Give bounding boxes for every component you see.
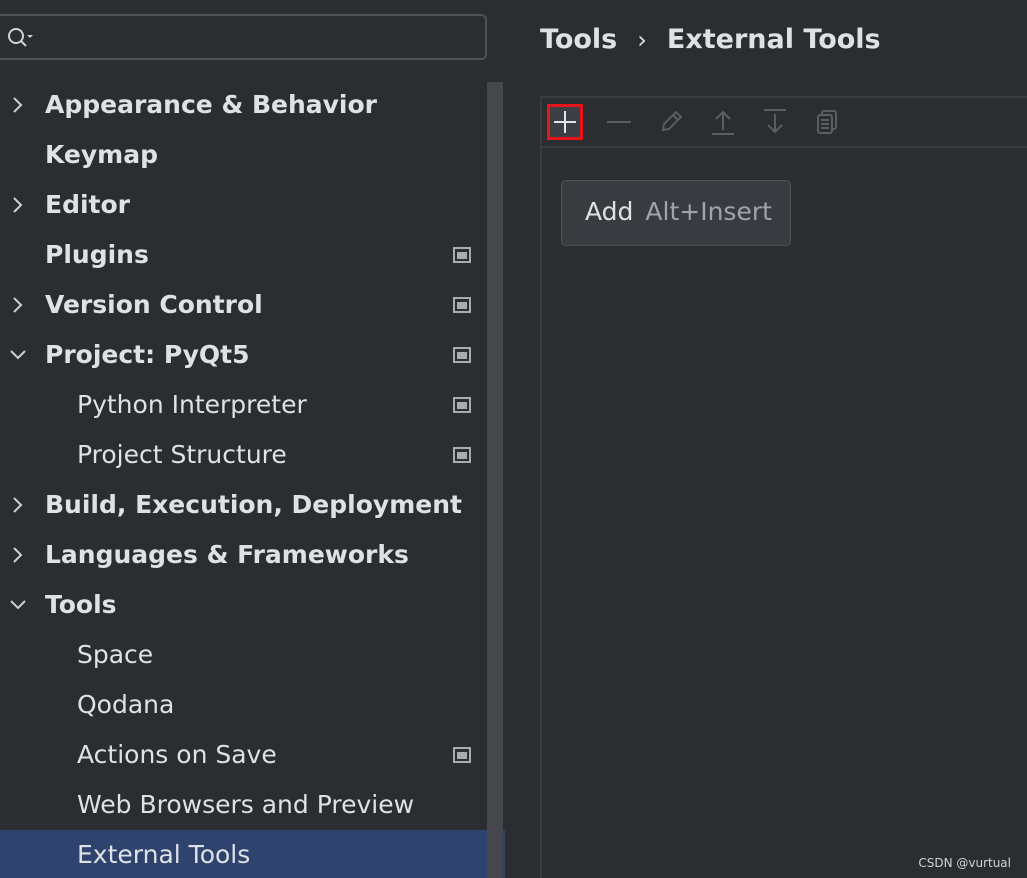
tree-item-label: Actions on Save xyxy=(77,740,277,769)
tree-item-label: Space xyxy=(77,640,154,669)
tree-item-label: Keymap xyxy=(45,140,159,169)
move-up-button[interactable] xyxy=(705,104,741,140)
tree-item-actions-on-save[interactable]: Actions on Save xyxy=(0,730,487,780)
tree-item-build-execution-deployment[interactable]: Build, Execution, Deployment xyxy=(0,480,487,530)
breadcrumb-separator: › xyxy=(637,26,647,54)
chevron-right-icon[interactable] xyxy=(8,495,28,515)
tree-item-label: Qodana xyxy=(77,690,175,719)
tree-item-label: Project: PyQt5 xyxy=(45,340,250,369)
settings-tree: Appearance & Behavior Keymap Editor Plug… xyxy=(0,80,505,878)
settings-content: Tools › External Tools Add Alt+Insert CS… xyxy=(505,0,1027,878)
external-tools-panel: Add Alt+Insert xyxy=(540,96,1027,878)
tree-item-label: Web Browsers and Preview xyxy=(77,790,415,819)
pencil-icon xyxy=(661,110,683,132)
tree-item-keymap[interactable]: Keymap xyxy=(0,130,487,180)
chevron-down-icon[interactable] xyxy=(8,345,28,365)
settings-sidebar: Appearance & Behavior Keymap Editor Plug… xyxy=(0,0,505,878)
chevron-right-icon[interactable] xyxy=(8,195,28,215)
project-settings-icon xyxy=(453,447,471,463)
tooltip-label: Add xyxy=(585,197,634,226)
external-tools-toolbar xyxy=(542,98,1027,148)
tree-item-appearance-behavior[interactable]: Appearance & Behavior xyxy=(0,80,487,130)
chevron-right-icon[interactable] xyxy=(8,545,28,565)
minus-icon xyxy=(607,121,631,123)
add-tooltip: Add Alt+Insert xyxy=(561,180,791,246)
tree-item-label: Plugins xyxy=(45,240,149,269)
tree-item-plugins[interactable]: Plugins xyxy=(0,230,487,280)
tree-item-python-interpreter[interactable]: Python Interpreter xyxy=(0,380,487,430)
remove-button[interactable] xyxy=(601,104,637,140)
plus-icon xyxy=(554,111,576,133)
tree-item-tools[interactable]: Tools xyxy=(0,580,487,630)
tree-item-project-structure[interactable]: Project Structure xyxy=(0,430,487,480)
tree-item-label: Editor xyxy=(45,190,130,219)
project-settings-icon xyxy=(453,247,471,263)
move-down-icon xyxy=(764,109,786,134)
tree-item-space[interactable]: Space xyxy=(0,630,487,680)
tree-item-label: Version Control xyxy=(45,290,263,319)
tree-item-label: Python Interpreter xyxy=(77,390,307,419)
breadcrumb-parent[interactable]: Tools xyxy=(540,24,617,55)
tree-item-web-browsers-preview[interactable]: Web Browsers and Preview xyxy=(0,780,487,830)
tree-item-editor[interactable]: Editor xyxy=(0,180,487,230)
watermark: CSDN @vurtual xyxy=(918,856,1011,870)
tree-item-version-control[interactable]: Version Control xyxy=(0,280,487,330)
breadcrumb: Tools › External Tools xyxy=(540,20,881,60)
tree-item-label: Tools xyxy=(45,590,117,619)
tree-item-external-tools[interactable]: External Tools xyxy=(0,830,505,878)
project-settings-icon xyxy=(453,347,471,363)
breadcrumb-current: External Tools xyxy=(666,24,881,55)
tree-item-label: Appearance & Behavior xyxy=(45,90,377,119)
add-button[interactable] xyxy=(547,104,583,140)
edit-button[interactable] xyxy=(653,104,689,140)
tree-item-languages-frameworks[interactable]: Languages & Frameworks xyxy=(0,530,487,580)
project-settings-icon xyxy=(453,297,471,313)
move-up-icon xyxy=(712,110,734,135)
copy-button[interactable] xyxy=(809,104,845,140)
chevron-right-icon[interactable] xyxy=(8,95,28,115)
tree-item-label: Build, Execution, Deployment xyxy=(45,490,462,519)
settings-dialog: Appearance & Behavior Keymap Editor Plug… xyxy=(0,0,1027,878)
project-settings-icon xyxy=(453,397,471,413)
tooltip-shortcut: Alt+Insert xyxy=(645,197,772,226)
chevron-right-icon[interactable] xyxy=(8,295,28,315)
tree-item-qodana[interactable]: Qodana xyxy=(0,680,487,730)
project-settings-icon xyxy=(453,747,471,763)
tree-item-label: Project Structure xyxy=(77,440,287,469)
settings-search-input[interactable] xyxy=(0,14,487,60)
search-icon xyxy=(8,28,33,47)
tree-item-label: Languages & Frameworks xyxy=(45,540,409,569)
move-down-button[interactable] xyxy=(757,104,793,140)
tree-item-label: External Tools xyxy=(77,840,251,869)
sidebar-scrollbar[interactable] xyxy=(487,82,503,878)
copy-icon xyxy=(817,110,837,134)
tree-item-project[interactable]: Project: PyQt5 xyxy=(0,330,487,380)
chevron-down-icon[interactable] xyxy=(8,595,28,615)
